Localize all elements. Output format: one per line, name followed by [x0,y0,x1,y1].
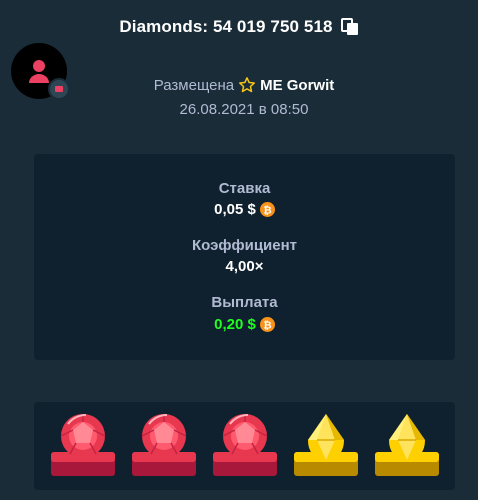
multiplier-value: 4,00× [225,258,264,275]
bitcoin-icon: ₿ [259,317,275,332]
bitcoin-icon: ₿ [259,202,275,217]
ruby-gem-icon [131,410,197,480]
bet-stats-card: Ставка 0,05 $ ₿ Коэффициент 4,00× Выплат… [34,154,455,360]
bet-value-row: 0,05 $ ₿ [34,201,455,218]
payout-label: Выплата [211,294,278,311]
svg-text:₿: ₿ [263,319,271,331]
payout-value: 0,20 $ [214,316,256,333]
topaz-gem-icon [374,410,440,480]
player-name[interactable]: ME Gorwit [260,77,334,94]
ruby-gem-icon [50,410,116,480]
placed-label: Размещена [153,76,235,94]
multiplier-label: Коэффициент [191,237,298,254]
topaz-gem-icon [293,410,359,480]
placed-by: Размещена ME Gorwit [0,76,478,94]
ruby-gem-icon [212,410,278,480]
copy-icon[interactable] [340,18,359,36]
bet-date: 26.08.2021 в 08:50 [179,101,309,118]
star-icon [239,77,256,93]
payout-value-row: 0,20 $ ₿ [34,316,455,333]
bet-label: Ставка [218,180,271,197]
multiplier-value-row: 4,00× [34,258,455,275]
bet-value: 0,05 $ [214,201,256,218]
header: Diamonds: 54 019 750 518 [0,17,478,37]
revealed-tiles [34,402,455,490]
page-title: Diamonds: 54 019 750 518 [119,17,333,36]
svg-text:₿: ₿ [263,204,271,216]
